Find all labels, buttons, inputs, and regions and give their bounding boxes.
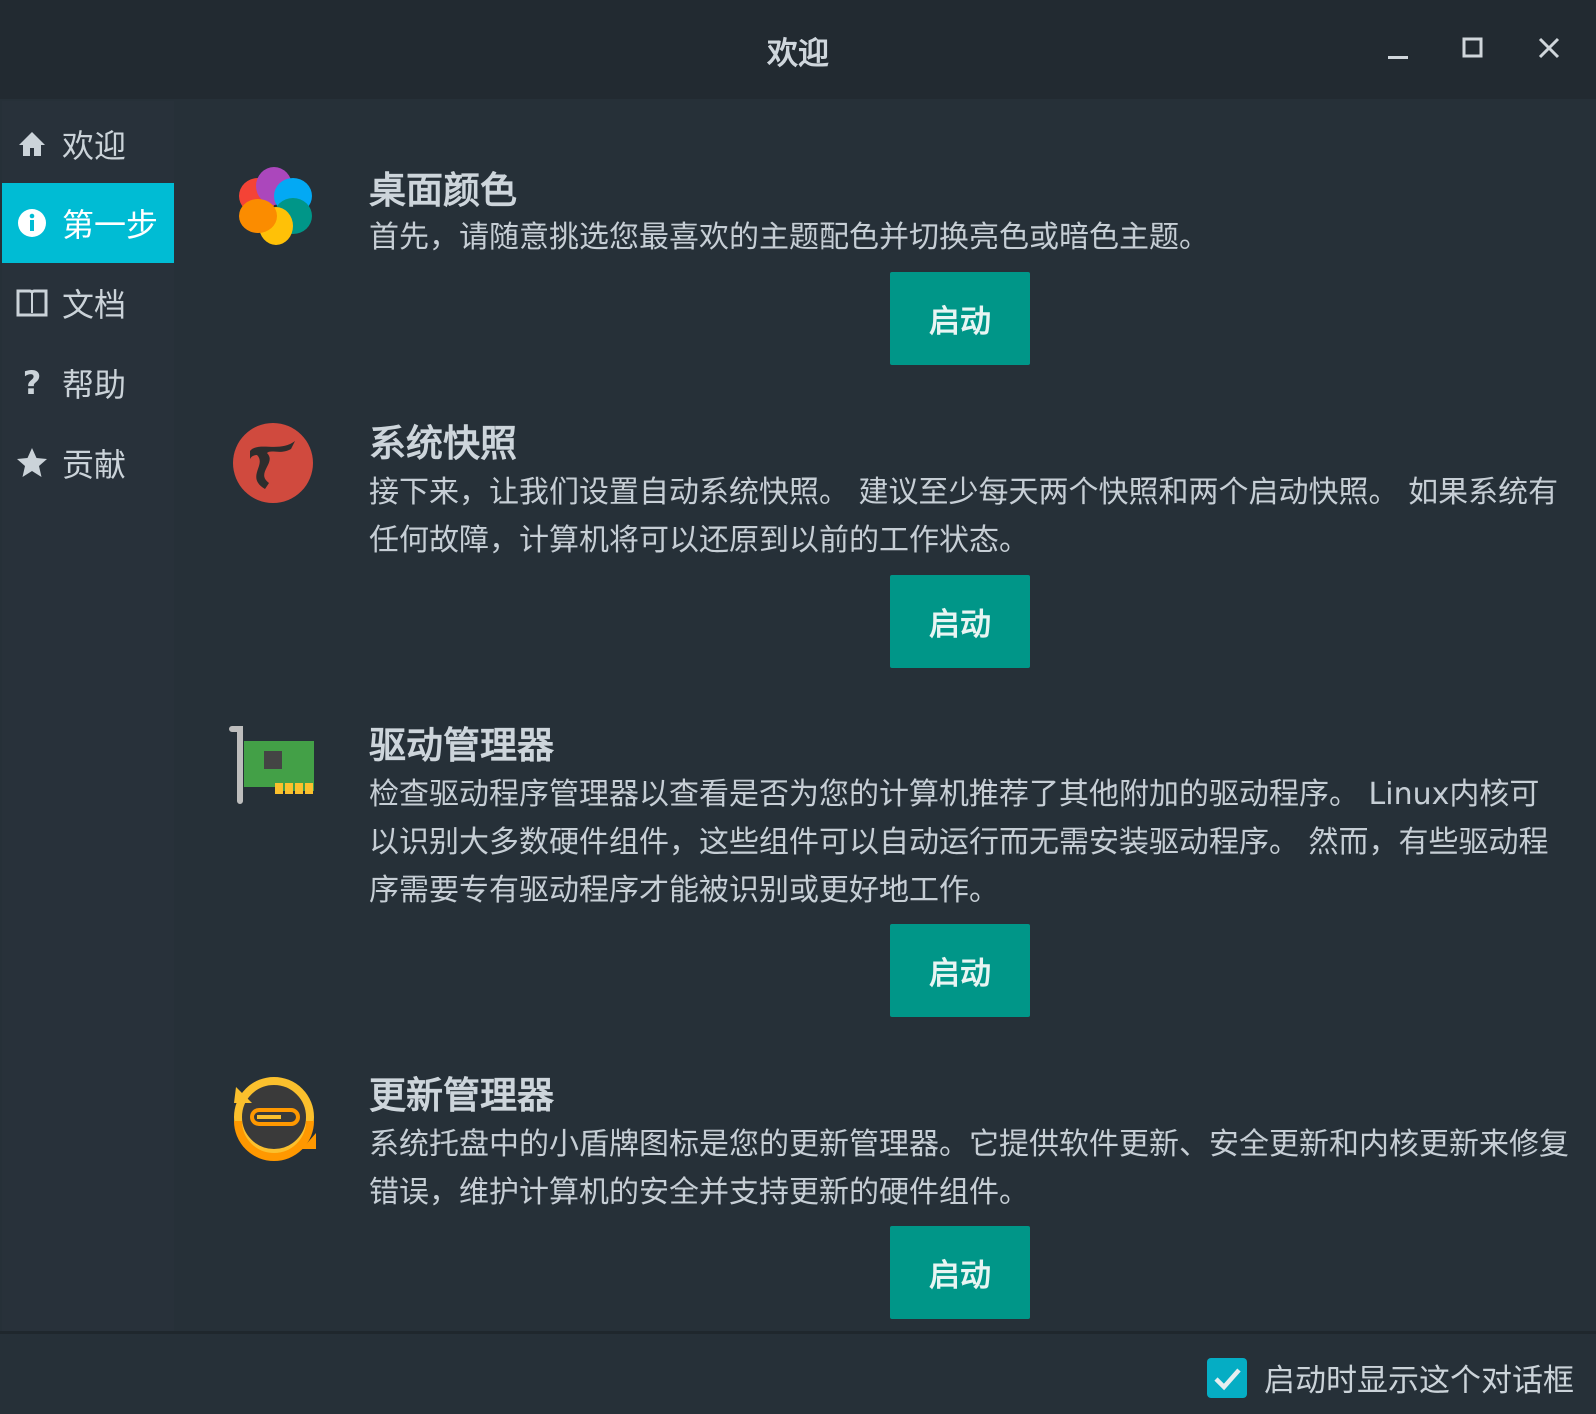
close-button[interactable]: [1527, 26, 1571, 70]
home-icon: [2, 130, 62, 158]
launch-button[interactable]: 启动: [890, 575, 1030, 668]
footer: 启动时显示这个对话框: [1207, 1355, 1574, 1400]
title-bar: 欢迎: [0, 0, 1596, 99]
minimize-button[interactable]: [1376, 26, 1420, 70]
sidebar-item-label: 文档: [62, 286, 127, 324]
color-palette-icon: [239, 167, 312, 245]
star-icon: [2, 447, 62, 479]
sidebar: 欢迎 第一步 文档 ? 帮助 贡献: [2, 101, 174, 1331]
driver-card-icon: [229, 726, 314, 804]
section-title: 桌面颜色: [369, 169, 517, 212]
section-description: 接下来，让我们设置自动系统快照。 建议至少每天两个快照和两个启动快照。 如果系统…: [369, 475, 1559, 558]
timeshift-icon: [233, 423, 313, 503]
maximize-button[interactable]: [1451, 26, 1495, 70]
book-icon: [2, 288, 62, 318]
checkmark-icon: [1214, 1368, 1241, 1390]
question-icon: ?: [22, 364, 42, 402]
section-description: 首先，请随意挑选您最喜欢的主题配色并切换亮色或暗色主题。: [369, 220, 1209, 255]
update-manager-icon: [234, 1077, 316, 1161]
sidebar-item-label: 贡献: [62, 446, 127, 484]
section-description: 检查驱动程序管理器以查看是否为您的计算机推荐了其他附加的驱动程序。 Linux内…: [369, 777, 1549, 908]
sidebar-item-welcome[interactable]: 欢迎: [2, 104, 174, 184]
sidebar-item-label: 第一步: [62, 206, 159, 244]
maximize-icon: [1462, 37, 1483, 58]
sidebar-item-help[interactable]: ? 帮助: [2, 343, 174, 423]
launch-button[interactable]: 启动: [890, 272, 1030, 365]
minimize-icon: [1388, 56, 1408, 59]
footer-divider: [0, 1331, 1596, 1334]
info-icon: [2, 208, 62, 238]
show-on-startup-label[interactable]: 启动时显示这个对话框: [1264, 1355, 1574, 1400]
section-title: 系统快照: [369, 422, 517, 465]
window-title: 欢迎: [767, 36, 829, 72]
section-title: 更新管理器: [369, 1074, 554, 1117]
launch-button[interactable]: 启动: [890, 1226, 1030, 1319]
show-on-startup-checkbox[interactable]: [1207, 1357, 1247, 1398]
sidebar-item-documentation[interactable]: 文档: [2, 263, 174, 343]
sidebar-item-contribute[interactable]: 贡献: [2, 423, 174, 503]
sidebar-item-first-steps[interactable]: 第一步: [2, 183, 174, 263]
sidebar-item-label: 帮助: [62, 366, 127, 404]
section-description: 系统托盘中的小盾牌图标是您的更新管理器。它提供软件更新、安全更新和内核更新来修复…: [369, 1127, 1569, 1210]
launch-button[interactable]: 启动: [890, 924, 1030, 1017]
close-icon: [1538, 37, 1560, 59]
section-title: 驱动管理器: [369, 724, 554, 767]
sidebar-item-label: 欢迎: [62, 127, 127, 165]
